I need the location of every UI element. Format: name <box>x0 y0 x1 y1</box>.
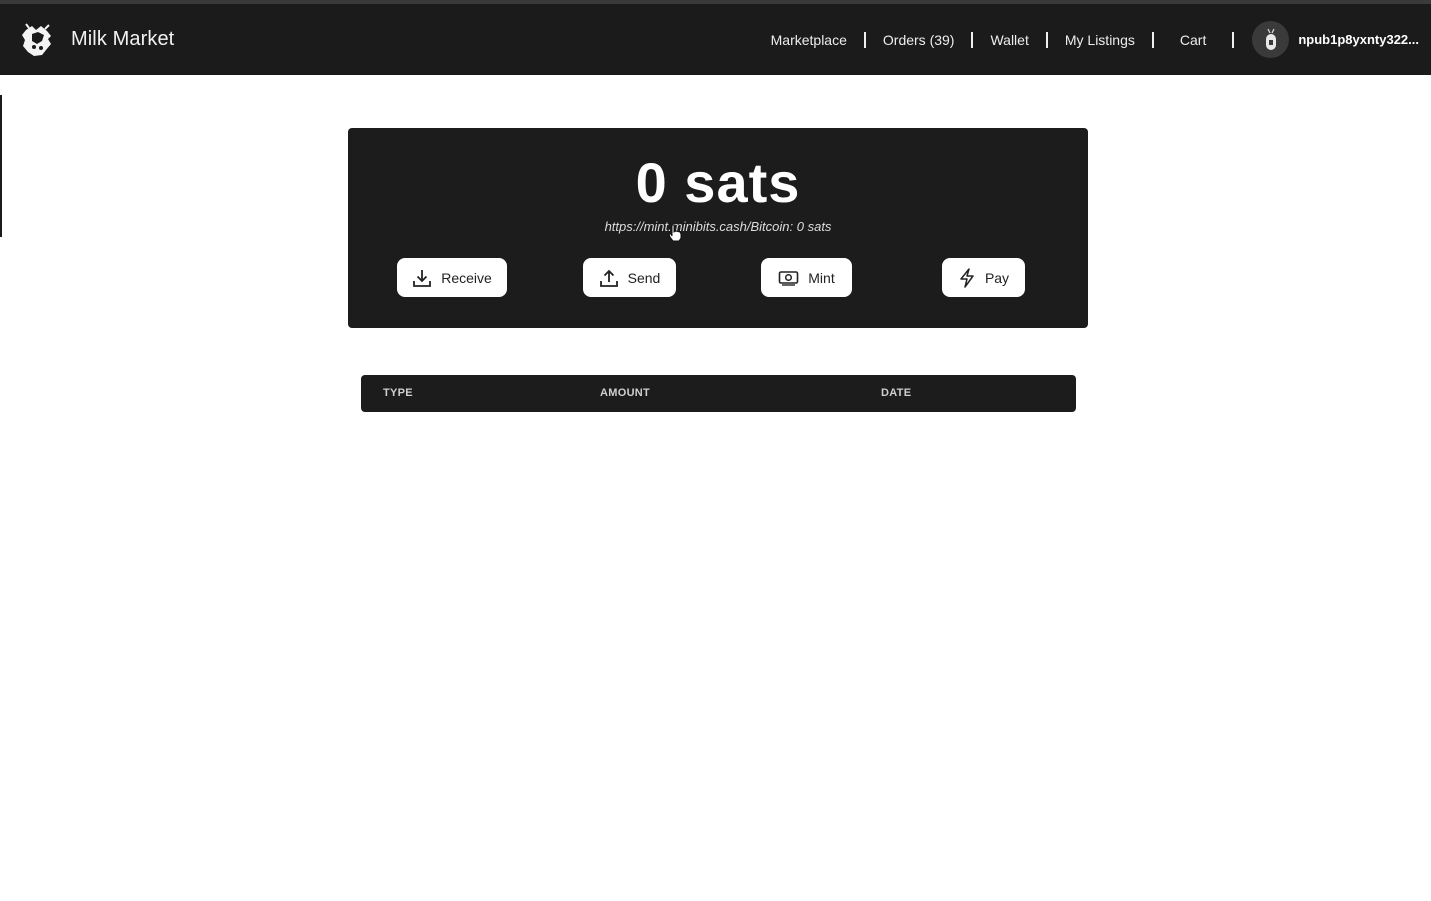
receive-button-label: Receive <box>441 269 492 286</box>
transactions-table: TYPE AMOUNT DATE <box>361 375 1076 412</box>
column-header-date[interactable]: DATE <box>881 375 911 412</box>
brand-home-link[interactable]: Milk Market <box>20 22 174 58</box>
nav-divider <box>863 31 866 48</box>
nav-divider <box>1151 31 1154 48</box>
user-npub[interactable]: npub1p8yxnty322... <box>1298 32 1419 47</box>
nav-divider <box>1045 31 1048 48</box>
mint-button[interactable]: Mint <box>761 258 852 297</box>
brand-name: Milk Market <box>71 28 175 50</box>
avatar-icon <box>1265 28 1276 50</box>
column-header-amount[interactable]: AMOUNT <box>600 375 650 412</box>
user-avatar[interactable] <box>1252 21 1290 58</box>
mint-button-label: Mint <box>808 269 835 286</box>
nav-orders-link[interactable]: Orders (39) <box>883 32 955 48</box>
nav-divider <box>1232 31 1235 48</box>
wallet-balance: 0 sats <box>635 151 801 214</box>
send-button[interactable]: Send <box>583 258 676 297</box>
pay-button[interactable]: Pay <box>942 258 1025 297</box>
download-icon <box>413 269 432 287</box>
banknote-icon <box>778 270 799 286</box>
send-button-label: Send <box>627 269 661 286</box>
pay-button-label: Pay <box>984 269 1010 286</box>
nav-cart-link[interactable]: Cart <box>1180 32 1206 48</box>
hand-cursor-icon <box>668 224 682 242</box>
lightning-icon <box>960 267 974 288</box>
nav-my-listings-link[interactable]: My Listings <box>1065 32 1135 48</box>
mint-balance-info: https://mint.minibits.cash/Bitcoin: 0 sa… <box>604 219 832 234</box>
nav-links: Marketplace Orders (39) Wallet My Listin… <box>771 4 1419 75</box>
column-header-type[interactable]: TYPE <box>383 375 413 412</box>
cow-logo-icon <box>22 22 51 56</box>
nav-wallet-link[interactable]: Wallet <box>990 32 1028 48</box>
left-edge-strip <box>0 95 2 237</box>
nav-marketplace-link[interactable]: Marketplace <box>771 32 847 48</box>
wallet-balance-card: 0 sats https://mint.minibits.cash/Bitcoi… <box>348 128 1088 328</box>
upload-icon <box>599 269 618 287</box>
top-navbar: Milk Market Marketplace Orders (39) Wall… <box>0 4 1431 75</box>
nav-divider <box>971 31 974 48</box>
receive-button[interactable]: Receive <box>397 258 507 297</box>
